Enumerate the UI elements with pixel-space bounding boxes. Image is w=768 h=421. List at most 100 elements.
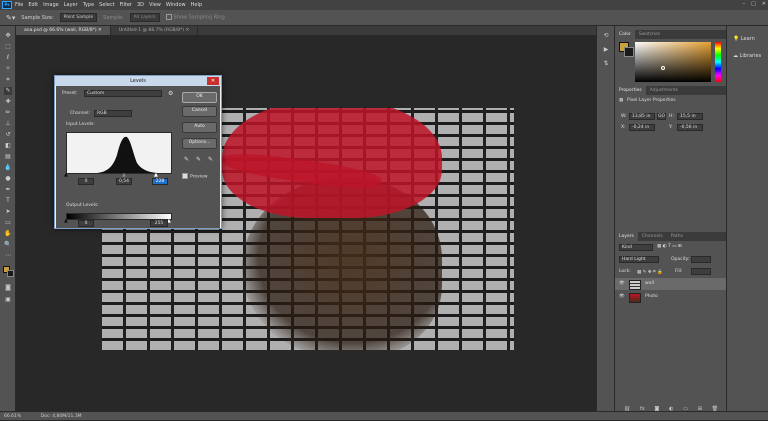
preset-options-gear-icon[interactable]: ⚙ [168, 90, 173, 97]
zoom-tool-icon[interactable]: 🔍 [4, 241, 12, 249]
lasso-tool-icon[interactable]: ℓ [4, 54, 12, 62]
sample-select[interactable]: All Layers [129, 13, 160, 22]
tab-channels[interactable]: Channels [638, 232, 667, 241]
more-tools-icon[interactable]: ⋯ [4, 252, 12, 260]
blur-tool-icon[interactable]: 💧 [4, 164, 12, 172]
quick-mask-icon[interactable]: ◙ [4, 284, 12, 292]
output-black-handle[interactable]: ▲ [64, 218, 68, 224]
visibility-eye-icon[interactable]: 👁 [619, 291, 625, 303]
zoom-level[interactable]: 66.61% [4, 414, 21, 419]
quick-select-tool-icon[interactable]: ✧ [4, 65, 12, 73]
history-brush-icon[interactable]: ↺ [4, 131, 12, 139]
y-field[interactable]: -0,56 in [677, 124, 703, 131]
eyedropper-icon[interactable]: ✎ [4, 87, 12, 95]
preview-checkbox[interactable]: Preview [182, 173, 208, 180]
layer-filter-select[interactable]: Kind [619, 244, 653, 251]
type-tool-icon[interactable]: T [4, 197, 12, 205]
cancel-button[interactable]: Cancel [182, 106, 217, 117]
layer-row-photo[interactable]: 👁 Photo [615, 291, 727, 303]
adjust-panel-icon[interactable]: ⇅ [602, 60, 610, 68]
tab-swatches[interactable]: Swatches [635, 30, 665, 39]
output-white-field[interactable]: 255 [150, 220, 168, 227]
gray-eyedropper-icon[interactable]: ✎ [196, 156, 201, 163]
healing-brush-icon[interactable]: ✚ [4, 98, 12, 106]
tab-adjustments[interactable]: Adjustments [646, 86, 682, 95]
fill-field[interactable] [691, 268, 711, 275]
output-black-field[interactable]: 0 [78, 220, 94, 227]
visibility-eye-icon[interactable]: 👁 [619, 278, 625, 290]
black-eyedropper-icon[interactable]: ✎ [184, 156, 189, 163]
pen-tool-icon[interactable]: ✒ [4, 186, 12, 194]
checkbox-checked-icon [182, 173, 188, 179]
libraries-button[interactable]: ☁ Libraries [733, 53, 761, 59]
opacity-field[interactable] [691, 256, 711, 263]
menu-image[interactable]: Image [43, 2, 59, 8]
width-field[interactable]: 13,85 in [629, 113, 655, 120]
screen-mode-icon[interactable]: ▣ [4, 296, 12, 304]
tab-untitled-1[interactable]: Untitled-1 @ 66.7% (RGB/8*) ✕ [111, 26, 199, 35]
link-toggle[interactable]: GO [657, 113, 666, 120]
close-icon[interactable]: ✕ [98, 28, 102, 33]
gradient-tool-icon[interactable]: ▤ [4, 153, 12, 161]
shape-tool-icon[interactable]: ▭ [4, 219, 12, 227]
menu-type[interactable]: Type [83, 2, 94, 8]
menu-3d[interactable]: 3D [137, 2, 144, 8]
menu-window[interactable]: Window [166, 2, 186, 8]
background-swatch[interactable] [624, 47, 634, 57]
white-eyedropper-icon[interactable]: ✎ [208, 156, 213, 163]
menu-layer[interactable]: Layer [64, 2, 78, 8]
learn-button[interactable]: 💡 Learn [733, 36, 755, 42]
layer-row-wall[interactable]: 👁 wall [615, 278, 727, 290]
lock-icons[interactable]: ▦ ✎ ✥ ⌗ 🔒 [637, 269, 663, 275]
menu-view[interactable]: View [149, 2, 161, 8]
tab-properties[interactable]: Properties [615, 86, 646, 95]
x-field[interactable]: -0,24 in [629, 124, 655, 131]
h-label: H: [669, 114, 674, 119]
menu-select[interactable]: Select [99, 2, 114, 8]
menu-edit[interactable]: Edit [28, 2, 38, 8]
tab-paths[interactable]: Paths [667, 232, 687, 241]
history-panel-icon[interactable]: ⟲ [602, 32, 610, 40]
hand-tool-icon[interactable]: ✋ [4, 230, 12, 238]
input-white-field[interactable]: 228 [152, 178, 168, 185]
options-button[interactable]: Options... [182, 138, 217, 149]
minimize-icon[interactable]: – [743, 1, 746, 7]
actions-panel-icon[interactable]: ▶ [602, 46, 610, 54]
background-color-swatch[interactable] [7, 270, 14, 277]
clone-stamp-icon[interactable]: ⊥ [4, 120, 12, 128]
input-gamma-field[interactable]: 0,54 [116, 178, 132, 185]
show-sampling-ring-checkbox[interactable]: Show Sampling Ring [165, 14, 225, 21]
brush-tool-icon[interactable]: ✏ [4, 109, 12, 117]
color-field[interactable] [635, 42, 711, 82]
tab-ana-psd[interactable]: ana.psd @ 66.6% (wall, RGB/8*) ✕ [16, 26, 111, 35]
tab-color[interactable]: Color [615, 30, 635, 39]
maximize-icon[interactable]: □ [751, 1, 756, 7]
close-icon[interactable]: ✕ [207, 77, 219, 85]
close-icon[interactable]: ✕ [762, 1, 766, 7]
dodge-tool-icon[interactable]: ● [4, 175, 12, 183]
path-select-icon[interactable]: ➤ [4, 208, 12, 216]
hue-slider[interactable] [715, 42, 721, 82]
marquee-tool-icon[interactable]: ⬚ [4, 43, 12, 51]
menu-help[interactable]: Help [191, 2, 202, 8]
eyedropper-tool-icon[interactable]: ✎▾ [6, 14, 15, 22]
close-icon[interactable]: ✕ [185, 28, 189, 33]
color-picker-ring[interactable] [661, 66, 665, 70]
input-black-handle[interactable]: ▲ [64, 172, 68, 178]
preset-select[interactable]: Custom [84, 90, 162, 97]
crop-tool-icon[interactable]: ⌗ [4, 76, 12, 84]
input-black-field[interactable]: 0 [78, 178, 94, 185]
move-tool-icon[interactable]: ✥ [4, 32, 12, 40]
filter-icons[interactable]: ▦ ◐ T ▭ ⊞ [657, 244, 682, 249]
height-field[interactable]: 15,5 in [677, 113, 703, 120]
menu-file[interactable]: File [15, 2, 23, 8]
tab-layers[interactable]: Layers [615, 232, 638, 241]
sample-size-select[interactable]: Point Sample [59, 13, 98, 22]
channel-select[interactable]: RGB [94, 110, 132, 117]
ok-button[interactable]: OK [182, 92, 217, 103]
menu-filter[interactable]: Filter [120, 2, 132, 8]
eraser-tool-icon[interactable]: ◧ [4, 142, 12, 150]
auto-button[interactable]: Auto [182, 122, 217, 133]
libraries-label: Libraries [739, 53, 762, 59]
blend-mode-select[interactable]: Hard Light [619, 256, 659, 263]
